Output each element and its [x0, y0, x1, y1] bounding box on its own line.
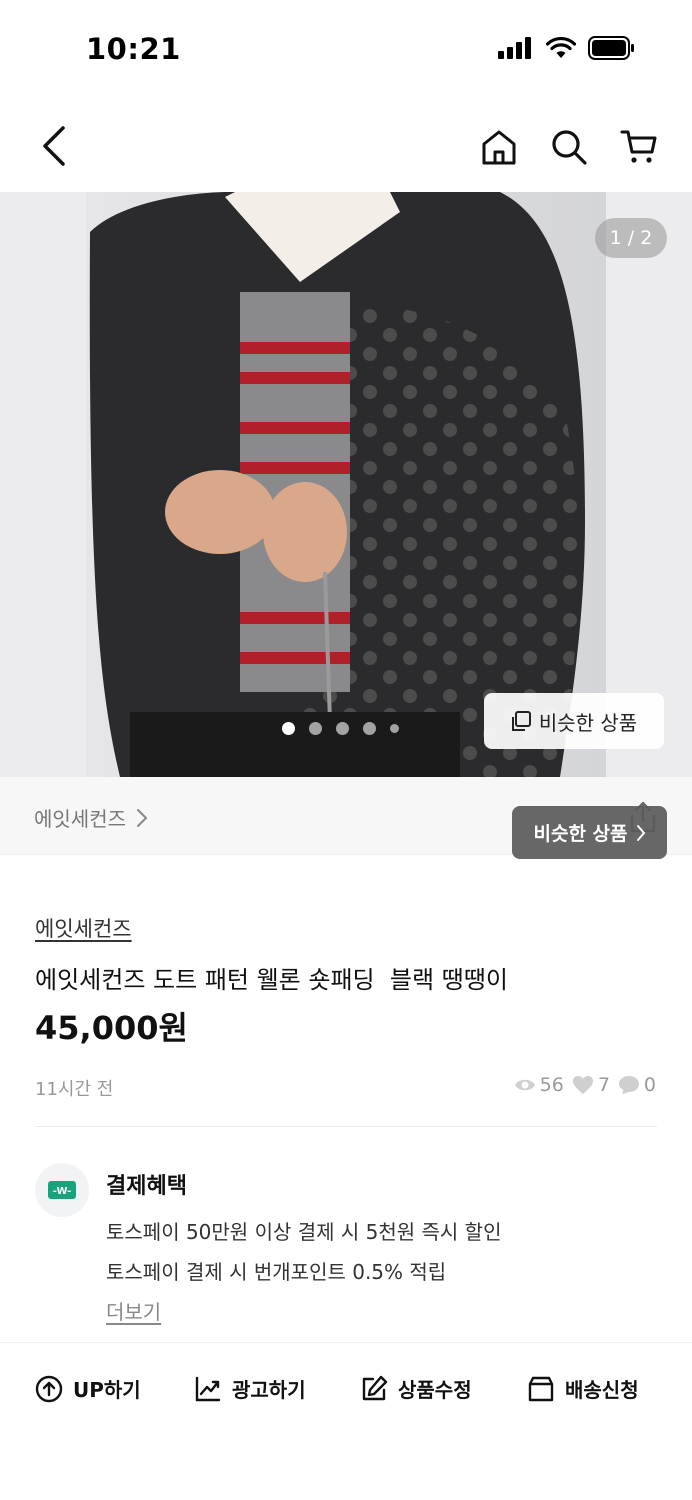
more-benefits-link[interactable]: 더보기: [106, 1296, 161, 1325]
battery-icon: [588, 36, 634, 60]
similar-products-overlay-button[interactable]: 비슷한 상품: [484, 693, 664, 749]
edit-product-button-label: 상품수정: [398, 1378, 472, 1402]
benefit-line-1: 토스페이 50만원 이상 결제 시 5천원 즉시 할인: [106, 1220, 502, 1244]
product-title: 에잇세컨즈 도트 패턴 웰론 숏패딩 블랙 땡땡이: [35, 966, 508, 994]
posted-time: 11시간 전: [35, 1079, 114, 1100]
product-price: 45,000원: [35, 1009, 188, 1047]
benefit-line-2: 토스페이 결제 시 번개포인트 0.5% 적립: [106, 1260, 447, 1284]
trend-chart-icon: [195, 1376, 221, 1401]
eye-icon: [514, 1079, 535, 1091]
signal-icon: [498, 37, 531, 59]
chevron-right-icon: [137, 808, 148, 827]
search-button[interactable]: [546, 124, 592, 170]
home-button[interactable]: [476, 124, 522, 170]
carousel-dot[interactable]: [336, 722, 349, 735]
seller-actions-bar: UP하기 광고하기 상품수정 배송신청: [0, 1360, 692, 1422]
likes-count: 7: [597, 1074, 610, 1096]
views-stat: 56: [514, 1074, 564, 1096]
back-button[interactable]: [30, 122, 78, 170]
store-name-link[interactable]: 에잇세컨즈: [35, 913, 132, 943]
jacket-photo-illustration: [0, 192, 692, 777]
copy-icon: [511, 711, 531, 731]
cart-icon: [620, 130, 657, 163]
divider: [35, 1126, 657, 1127]
advertise-button-label: 광고하기: [232, 1378, 306, 1402]
search-icon: [552, 130, 587, 165]
views-count: 56: [539, 1074, 564, 1096]
similar-products-tooltip-label: 비슷한 상품: [533, 823, 628, 845]
chats-stat: 0: [618, 1074, 656, 1096]
chat-bubble-icon: [618, 1076, 639, 1094]
shop-link-name: 에잇세컨즈: [34, 807, 126, 831]
arrow-up-circle-icon: [35, 1375, 63, 1402]
home-icon: [482, 130, 516, 165]
status-time: 10:21: [86, 32, 181, 66]
wifi-icon: [546, 37, 576, 58]
money-icon: -W-: [48, 1181, 76, 1199]
svg-text:-W-: -W-: [53, 1186, 71, 1197]
carousel-dot[interactable]: [390, 724, 399, 733]
similar-products-label: 비슷한 상품: [538, 710, 638, 735]
image-carousel-dots: [282, 722, 399, 735]
status-icons: [498, 36, 636, 60]
benefit-title: 결제혜택: [106, 1174, 187, 1199]
similar-products-button[interactable]: 비슷한 상품: [512, 806, 667, 859]
payment-benefit-icon: -W-: [35, 1163, 89, 1217]
edit-product-button[interactable]: 상품수정: [360, 1374, 472, 1403]
product-photo[interactable]: 1 / 2 비슷한 상품: [0, 192, 692, 777]
shipping-request-button-label: 배송신청: [565, 1378, 639, 1402]
shipping-request-button[interactable]: 배송신청: [527, 1374, 639, 1403]
up-button-label: UP하기: [73, 1378, 141, 1402]
status-bar: 10:21: [0, 0, 692, 100]
cart-button[interactable]: [616, 124, 662, 170]
carousel-dot-active[interactable]: [282, 722, 295, 735]
chevron-right-icon: [636, 824, 645, 841]
carousel-dot[interactable]: [309, 722, 322, 735]
chevron-left-icon: [43, 126, 65, 166]
chats-count: 0: [643, 1074, 656, 1096]
edit-icon: [362, 1375, 388, 1400]
advertise-button[interactable]: 광고하기: [194, 1374, 306, 1403]
section-divider: [0, 1342, 692, 1343]
image-page-indicator: 1 / 2: [595, 218, 667, 258]
carousel-dot[interactable]: [363, 722, 376, 735]
product-stats: 56 7 0: [514, 1074, 656, 1096]
shop-link[interactable]: 에잇세컨즈: [34, 803, 148, 832]
box-icon: [528, 1376, 554, 1401]
top-nav: [0, 100, 692, 192]
heart-icon: [572, 1076, 593, 1094]
likes-stat: 7: [572, 1074, 610, 1096]
up-button[interactable]: UP하기: [35, 1374, 141, 1403]
